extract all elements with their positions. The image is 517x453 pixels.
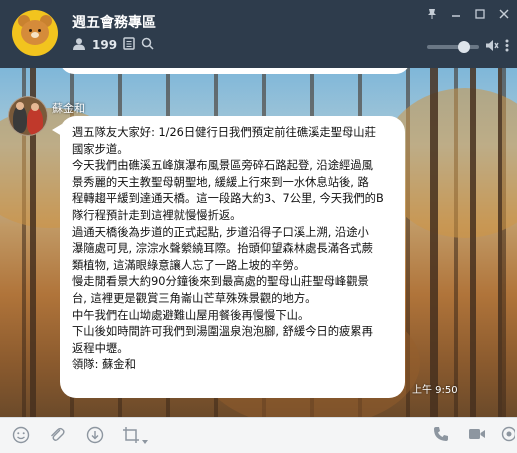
message-line: 中午我們在山坳處避難山屋用餐後再慢慢下山。 [72, 308, 310, 322]
message-line: 程轉趨平緩到達通天橋。這一段路大約3、7公里, 今天我們的B [72, 192, 384, 206]
avatar-face [16, 102, 24, 110]
chat-header: 週五會務專區 199 [0, 0, 517, 68]
message-line: 景秀麗的天主教聖母朝聖地, 緩緩上行來到一水休息站後, 路 [72, 175, 369, 189]
wallpaper-trunk [470, 68, 476, 417]
pin-icon[interactable] [427, 8, 437, 23]
message-line: 隊行程預計走到這裡就慢慢折返。 [72, 208, 242, 222]
volume-slider[interactable] [427, 40, 479, 53]
message-line: 今天我們由礁溪五峰旗瀑布風景區旁碎石路起登, 沿途經過風 [72, 159, 373, 173]
crop-icon[interactable] [122, 426, 140, 448]
more-options-icon[interactable] [501, 426, 517, 446]
message-line: 下山後如時間許可我們到湯圍溫泉泡泡腳, 舒緩今日的疲累再 [72, 325, 373, 339]
chat-meta: 199 [72, 37, 154, 53]
people-icon[interactable] [72, 37, 86, 53]
volume-row [427, 37, 509, 56]
volume-mute-icon[interactable] [485, 37, 499, 56]
member-count[interactable]: 199 [92, 38, 117, 52]
wallpaper-trunk [498, 68, 502, 417]
message-line: 慢走閒看景大約90分鐘後來到最高處的聖母山莊聖母峰觀景 [72, 275, 369, 289]
search-icon[interactable] [141, 37, 154, 53]
window-controls [427, 8, 509, 23]
chat-title: 週五會務專區 [72, 15, 156, 31]
message-line: 週五隊友大家好: 1/26日健行日我們預定前往礁溪走聖母山莊 [72, 126, 376, 139]
bear-face [21, 20, 49, 45]
more-icon[interactable] [505, 37, 509, 56]
message-line: 過通天橋後為步道的正式起點, 步道沿得子口溪上溯, 沿途小 [72, 225, 369, 239]
avatar-face [31, 103, 39, 111]
message-line: 國家步道。 [72, 142, 129, 156]
previous-message-bubble[interactable] [60, 68, 410, 74]
close-icon[interactable] [499, 8, 509, 23]
message-line: 類植物, 這滿眼綠意讓人忘了一路上坡的辛勞。 [72, 258, 306, 272]
download-icon[interactable] [86, 426, 104, 448]
message-line: 返程中壢。 [72, 341, 129, 355]
volume-slider-knob[interactable] [458, 40, 471, 53]
bear-eye-right [38, 29, 41, 32]
input-toolbar [0, 417, 517, 453]
chat-background[interactable]: 蘇金和 週五隊友大家好: 1/26日健行日我們預定前往礁溪走聖母山莊 國家步道。… [0, 68, 517, 417]
sender-name[interactable]: 蘇金和 [52, 100, 85, 116]
attach-icon[interactable] [48, 426, 66, 448]
bear-eye-left [29, 29, 32, 32]
message-line: 領隊: 蘇金和 [72, 358, 136, 372]
minimize-icon[interactable] [451, 8, 461, 23]
sender-avatar[interactable] [8, 96, 48, 136]
avatar-person [27, 107, 43, 135]
bear-nose [31, 32, 39, 38]
video-icon[interactable] [468, 426, 486, 446]
notes-icon[interactable] [123, 37, 135, 53]
message-line: 瀑隨處可見, 淙淙水聲縈繞耳際。抬頭仰望森林處長滿各式蕨 [72, 242, 373, 256]
crop-dropdown-icon[interactable] [142, 431, 148, 449]
emoji-icon[interactable] [12, 426, 30, 448]
maximize-icon[interactable] [475, 8, 485, 23]
message-timestamp: 上午 9:50 [412, 385, 458, 396]
call-icon[interactable] [433, 426, 449, 446]
group-avatar[interactable] [12, 10, 58, 56]
wallpaper-trunk [430, 68, 438, 417]
message-bubble[interactable]: 週五隊友大家好: 1/26日健行日我們預定前往礁溪走聖母山莊 國家步道。 今天我… [60, 116, 405, 398]
message-line: 台, 這裡更是觀賞三角崙山芒草殊殊景觀的地方。 [72, 291, 317, 305]
